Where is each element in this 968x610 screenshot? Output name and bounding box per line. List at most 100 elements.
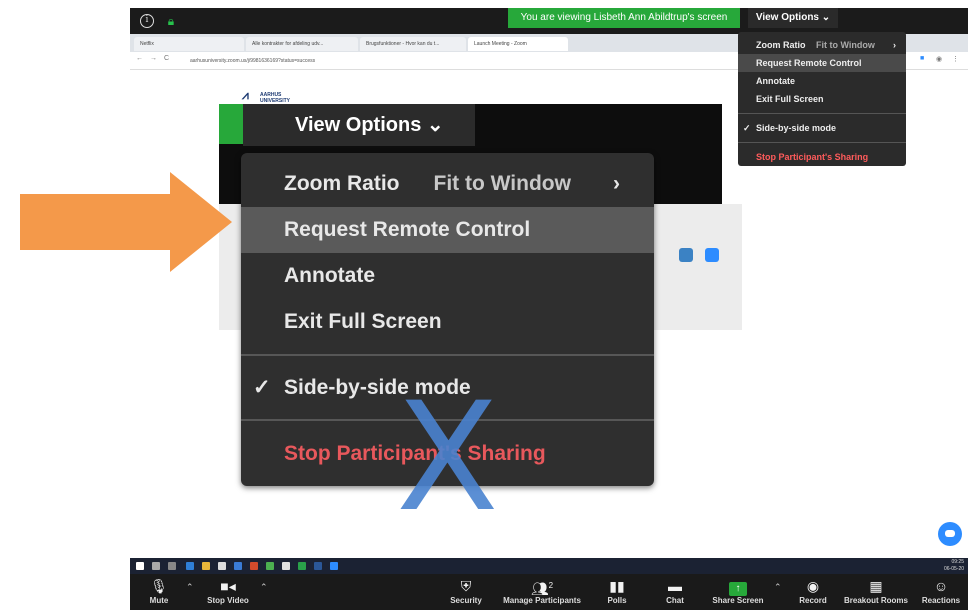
search-icon[interactable] [152, 562, 160, 570]
participants-icon: 👥︎2 [530, 580, 554, 597]
manage-participants-button[interactable]: 👥︎2 Manage Participants [496, 576, 588, 605]
system-clock[interactable]: 09:25 06-05-20 [944, 559, 964, 573]
extension-icon[interactable]: ■ [920, 55, 924, 62]
profile-icon[interactable]: ◉ [936, 55, 942, 63]
menu-item-value: Fit to Window [433, 172, 571, 195]
mute-button[interactable]: 🎙︎ Mute [142, 576, 176, 605]
orange-arrow-icon [20, 172, 232, 272]
x-mark-annotation: X [396, 371, 499, 545]
menu-item-request-remote-control[interactable]: Request Remote Control [738, 54, 906, 72]
check-icon: ✓ [253, 376, 271, 399]
record-button[interactable]: ◉ Record [794, 576, 832, 605]
menu-item-annotate[interactable]: Annotate [241, 253, 654, 299]
word-icon[interactable] [314, 562, 322, 570]
share-options-caret-icon[interactable]: ⌃ [774, 582, 782, 593]
lock-icon[interactable]: 🔒︎ [164, 14, 178, 28]
menu-item-request-remote-control[interactable]: Request Remote Control [241, 207, 654, 253]
forward-icon[interactable]: → [150, 55, 157, 62]
menu-item-side-by-side[interactable]: ✓ Side-by-side mode [738, 119, 906, 137]
url-field[interactable]: aarhusuniversity.zoom.us/j/9981636169?st… [190, 56, 550, 66]
zoom-top-bar: i 🔒︎ You are viewing Lisbeth Ann Abildtr… [130, 8, 968, 34]
chat-button[interactable]: ▬ Chat [660, 576, 690, 605]
chevron-down-icon: ⌄ [426, 114, 444, 136]
share-screen-label: Share Screen [712, 596, 764, 605]
breakout-rooms-button[interactable]: ▦ Breakout Rooms [840, 576, 912, 605]
excel-icon[interactable] [298, 562, 306, 570]
menu-item-label: Zoom Ratio [756, 40, 806, 50]
breakout-rooms-label: Breakout Rooms [843, 596, 908, 605]
polls-icon: ▮▮ [609, 578, 625, 594]
windows-taskbar: 09:25 06-05-20 [130, 558, 968, 574]
browser-tab[interactable]: Netflix [134, 37, 244, 51]
shield-icon: ⛨ [460, 578, 472, 594]
browser-tab-active[interactable]: Launch Meeting - Zoom [468, 37, 568, 51]
task-view-icon[interactable] [168, 562, 176, 570]
audio-options-caret-icon[interactable]: ⌃ [186, 582, 194, 593]
reload-icon[interactable]: C [164, 55, 169, 62]
clock-date: 06-05-20 [943, 566, 964, 572]
record-icon: ◉ [806, 578, 820, 594]
stop-video-label: Stop Video [207, 596, 249, 605]
share-screen-icon: ↑ [729, 582, 747, 596]
browser-tab[interactable]: Alle kontrakter for afdeling udv... [246, 37, 358, 51]
view-options-button[interactable]: View Options ⌄ [748, 8, 838, 28]
chevron-right-icon: › [893, 40, 896, 50]
browser-tab[interactable]: Brugsfunktioner - Hvor kan du t... [360, 37, 466, 51]
viewing-screen-banner: You are viewing Lisbeth Ann Abildtrup's … [508, 8, 740, 28]
security-label: Security [450, 596, 482, 605]
view-options-label: View Options [755, 12, 819, 23]
check-icon: ✓ [743, 123, 751, 133]
aarhus-university-logo: ⩘ AARHUS UNIVERSITY [242, 89, 290, 104]
manage-participants-label: Manage Participants [503, 596, 581, 605]
chat-bubble-icon[interactable] [938, 522, 962, 546]
record-label: Record [799, 596, 827, 605]
chat-label: Chat [666, 596, 684, 605]
video-options-caret-icon[interactable]: ⌃ [260, 582, 268, 593]
extension-icon [705, 248, 719, 262]
screenshot-stage: i 🔒︎ You are viewing Lisbeth Ann Abildtr… [0, 0, 968, 610]
store-icon[interactable] [218, 562, 226, 570]
app-icon[interactable] [282, 562, 290, 570]
menu-item-label: Side-by-side mode [756, 123, 837, 133]
windows-start-icon[interactable] [136, 562, 144, 570]
video-camera-icon: ■◂ [220, 578, 236, 594]
inset-green-banner [219, 104, 243, 144]
stop-video-button[interactable]: ■◂ Stop Video [202, 576, 254, 605]
clock-time: 09:25 [951, 559, 964, 565]
info-icon[interactable]: i [140, 14, 154, 28]
chrome-icon[interactable] [266, 562, 274, 570]
view-options-menu-small: Zoom Ratio Fit to Window › Request Remot… [738, 32, 906, 166]
menu-item-exit-full-screen[interactable]: Exit Full Screen [738, 90, 906, 108]
reactions-button[interactable]: ☺ Reactions [918, 576, 964, 605]
polls-label: Polls [607, 596, 627, 605]
zoom-meeting-toolbar: 🎙︎ Mute ⌃ ■◂ Stop Video ⌃ ⛨ Security 👥︎2… [130, 574, 968, 610]
share-screen-button[interactable]: ↑ Share Screen [708, 576, 768, 605]
menu-divider [738, 142, 906, 143]
menu-item-label: Zoom Ratio [284, 172, 400, 195]
file-explorer-icon[interactable] [202, 562, 210, 570]
mail-icon[interactable] [234, 562, 242, 570]
extension-icon [679, 248, 693, 262]
menu-icon[interactable]: ⋮ [952, 55, 959, 63]
share-icon-wrap: ↑ [708, 576, 768, 596]
edge-icon[interactable] [186, 562, 194, 570]
menu-item-zoom-ratio[interactable]: Zoom Ratio Fit to Window › [241, 161, 654, 207]
chevron-right-icon: › [613, 172, 620, 195]
participants-count: 2 [548, 581, 554, 590]
breakout-rooms-icon: ▦ [869, 578, 883, 594]
security-button[interactable]: ⛨ Security [446, 576, 486, 605]
back-icon[interactable]: ← [136, 55, 143, 62]
chevron-down-icon: ⌄ [821, 12, 831, 23]
menu-divider [241, 354, 654, 356]
microphone-icon: 🎙︎ [150, 578, 168, 594]
menu-item-annotate[interactable]: Annotate [738, 72, 906, 90]
mute-label: Mute [149, 596, 169, 605]
zoom-app-icon[interactable] [330, 562, 338, 570]
chat-icon: ▬ [668, 578, 682, 594]
menu-item-stop-sharing[interactable]: Stop Participant's Sharing [738, 148, 906, 166]
polls-button[interactable]: ▮▮ Polls [602, 576, 632, 605]
menu-item-exit-full-screen[interactable]: Exit Full Screen [241, 299, 654, 345]
menu-item-zoom-ratio[interactable]: Zoom Ratio Fit to Window › [738, 36, 906, 54]
view-options-button-large[interactable]: View Options ⌄ [243, 104, 475, 146]
office-icon[interactable] [250, 562, 258, 570]
